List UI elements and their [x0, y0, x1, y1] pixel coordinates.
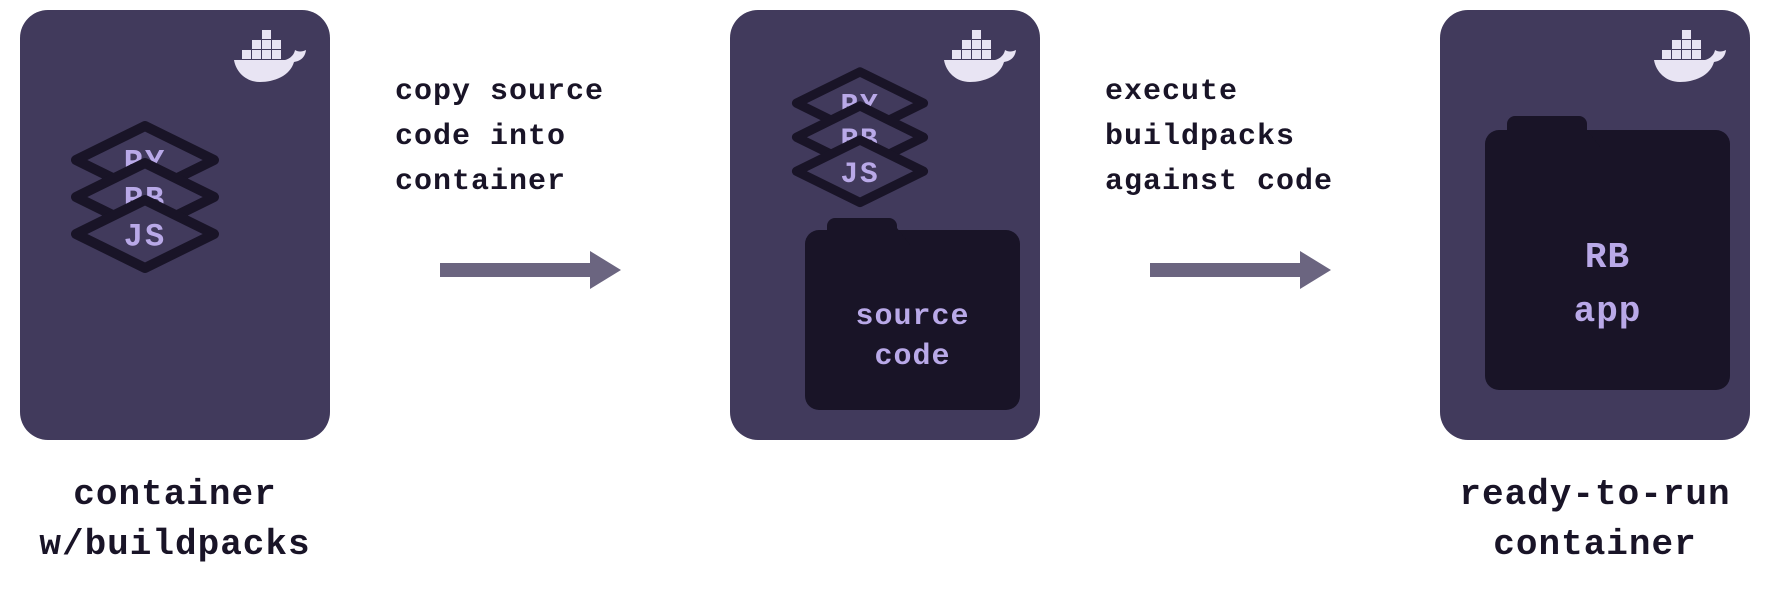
container-caption: container w/buildpacks [39, 470, 310, 571]
step-label: copy source code into container [395, 70, 604, 205]
docker-icon [942, 28, 1022, 93]
container-with-source-col: PY RB JS source code [730, 10, 1040, 440]
app-folder-icon: RB app [1485, 130, 1730, 390]
container-buildpacks-col: PY RB JS container w/buildpacks [20, 10, 330, 571]
buildpack-layer-label: JS [70, 218, 220, 255]
step-copy-source: copy source code into container [395, 10, 665, 300]
source-code-folder-icon: source code [805, 230, 1020, 410]
arrow-right-icon [435, 245, 625, 300]
container-buildpacks-card: PY RB JS [20, 10, 330, 440]
buildpack-layer-label: JS [791, 157, 929, 191]
arrow-right-icon [1145, 245, 1335, 300]
buildpack-stack: PY RB JS [70, 120, 220, 279]
container-ready-col: RB app ready-to-run container [1440, 10, 1750, 571]
container-with-source-card: PY RB JS source code [730, 10, 1040, 440]
folder-label: RB app [1574, 231, 1642, 339]
buildpack-stack: PY RB JS [791, 66, 929, 212]
step-execute-buildpacks: execute buildpacks against code [1105, 10, 1375, 300]
container-caption: ready-to-run container [1459, 470, 1730, 571]
container-ready-card: RB app [1440, 10, 1750, 440]
docker-icon [232, 28, 312, 93]
step-label: execute buildpacks against code [1105, 70, 1333, 205]
folder-label: source code [855, 297, 969, 378]
docker-icon [1652, 28, 1732, 93]
